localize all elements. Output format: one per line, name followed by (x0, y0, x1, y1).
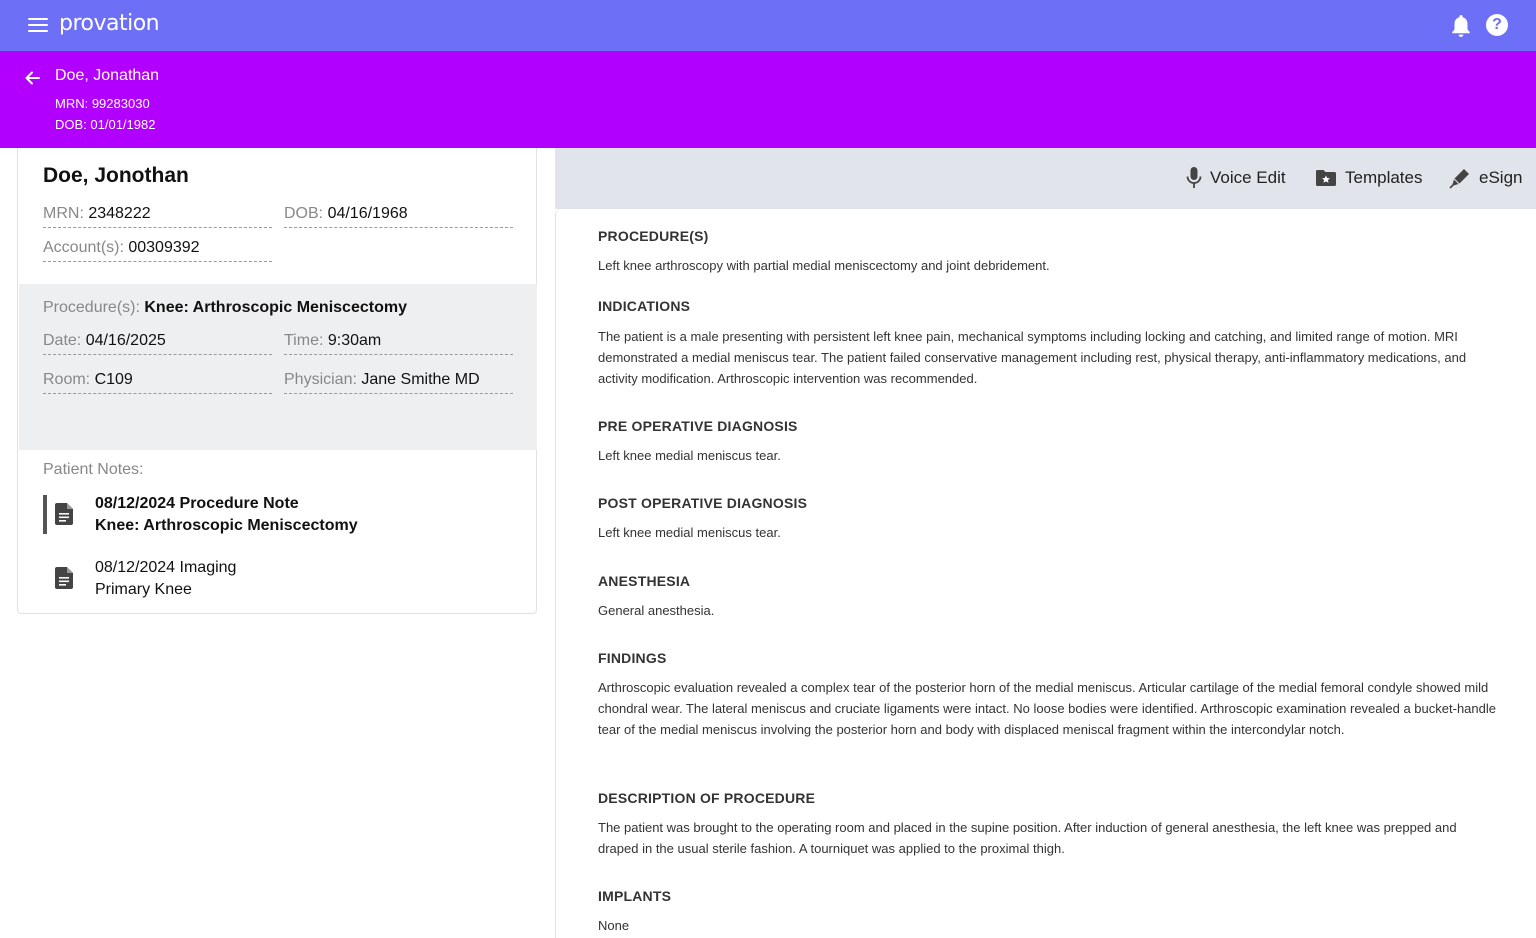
date-field: Date: 04/16/2025 (43, 332, 272, 355)
card-patient-name: Doe, Jonothan (43, 164, 189, 187)
voice-edit-button[interactable]: Voice Edit (1186, 164, 1286, 192)
hamburger-menu-icon[interactable] (26, 14, 50, 36)
folder-star-icon (1316, 170, 1336, 186)
back-arrow-icon[interactable] (23, 69, 41, 87)
section-text-anesthesia: General anesthesia. (598, 603, 715, 618)
section-text-postop-diagnosis: Left knee medial meniscus tear. (598, 525, 781, 540)
section-heading-implants: IMPLANTS (598, 888, 672, 904)
section-text-findings: Arthroscopic evaluation revealed a compl… (598, 680, 1496, 737)
active-indicator (43, 495, 47, 534)
dob-value: 04/16/1968 (327, 205, 408, 222)
date-label: Date: (43, 332, 86, 349)
mrn-value: 2348222 (88, 205, 151, 222)
patient-dob: DOB: 01/01/1982 (55, 117, 156, 132)
physician-value: Jane Smithe MD (361, 371, 480, 388)
section-heading-anesthesia: ANESTHESIA (598, 573, 691, 589)
physician-label: Physician: (284, 371, 362, 388)
document-icon (55, 567, 73, 589)
esign-label: eSign (1479, 168, 1523, 187)
room-label: Room: (43, 371, 95, 388)
section-heading-procedures: PROCEDURE(S) (598, 228, 709, 244)
document-icon (55, 503, 73, 525)
section-text-description: The patient was brought to the operating… (598, 820, 1457, 856)
note-title: 08/12/2024 Imaging (95, 559, 237, 576)
patient-mrn: MRN: 99283030 (55, 96, 150, 111)
microphone-icon (1186, 167, 1202, 188)
section-text-indications: The patient is a male presenting with pe… (598, 329, 1467, 386)
time-label: Time: (284, 332, 328, 349)
patient-notes-label: Patient Notes: (43, 461, 144, 478)
patient-note-item[interactable]: 08/12/2024 Procedure Note Knee: Arthrosc… (43, 495, 513, 539)
section-heading-preop-diagnosis: PRE OPERATIVE DIAGNOSIS (598, 418, 798, 434)
patient-name: Doe, Jonathan (55, 67, 160, 84)
section-text-preop-diagnosis: Left knee medial meniscus tear. (598, 448, 781, 463)
account-field: Account(s): 00309392 (43, 239, 272, 262)
section-heading-indications: INDICATIONS (598, 298, 691, 314)
mrn-field: MRN: 2348222 (43, 205, 272, 228)
physician-field: Physician: Jane Smithe MD (284, 371, 513, 394)
note-subtitle: Primary Knee (95, 581, 192, 598)
templates-label: Templates (1345, 168, 1423, 187)
mrn-label: MRN: (43, 205, 89, 222)
section-heading-postop-diagnosis: POST OPERATIVE DIAGNOSIS (598, 495, 808, 511)
voice-edit-label: Voice Edit (1210, 168, 1286, 187)
dob-label: DOB: (284, 205, 328, 222)
time-field: Time: 9:30am (284, 332, 513, 355)
section-heading-findings: FINDINGS (598, 650, 667, 666)
section-text-implants: None (598, 918, 630, 933)
templates-button[interactable]: Templates (1315, 164, 1422, 192)
app-bar: provation ? (0, 0, 1536, 51)
patient-header: Doe, Jonathan MRN: 99283030 DOB: 01/01/1… (0, 51, 1536, 148)
account-value: 00309392 (128, 239, 200, 256)
procedure-line: Procedure(s): Knee: Arthroscopic Menisce… (43, 299, 407, 317)
procedure-label: Procedure(s): (43, 299, 145, 316)
pen-icon (1449, 169, 1469, 189)
note-title: 08/12/2024 Procedure Note (95, 495, 299, 512)
help-icon[interactable]: ? (1486, 14, 1508, 36)
report-toolbar: Voice Edit Templates eSign (555, 148, 1536, 209)
section-heading-description: DESCRIPTION OF PROCEDURE (598, 790, 816, 806)
esign-button[interactable]: eSign (1449, 164, 1522, 192)
patient-info-card: Doe, Jonothan MRN: 2348222 DOB: 04/16/19… (17, 148, 537, 614)
provation-logo: provation (59, 11, 160, 36)
patient-note-item[interactable]: 08/12/2024 Imaging Primary Knee (43, 559, 513, 603)
note-subtitle: Knee: Arthroscopic Meniscectomy (95, 517, 358, 534)
bell-icon[interactable] (1449, 13, 1473, 39)
section-text-procedures: Left knee arthroscopy with partial media… (598, 258, 1050, 273)
account-label: Account(s): (43, 239, 129, 256)
date-value: 04/16/2025 (85, 332, 166, 349)
time-value: 9:30am (327, 332, 382, 349)
room-value: C109 (94, 371, 133, 388)
procedure-report: PROCEDURE(S) Left knee arthroscopy with … (555, 209, 1536, 938)
room-field: Room: C109 (43, 371, 272, 394)
dob-field: DOB: 04/16/1968 (284, 205, 513, 228)
procedure-value: Knee: Arthroscopic Meniscectomy (144, 299, 407, 316)
